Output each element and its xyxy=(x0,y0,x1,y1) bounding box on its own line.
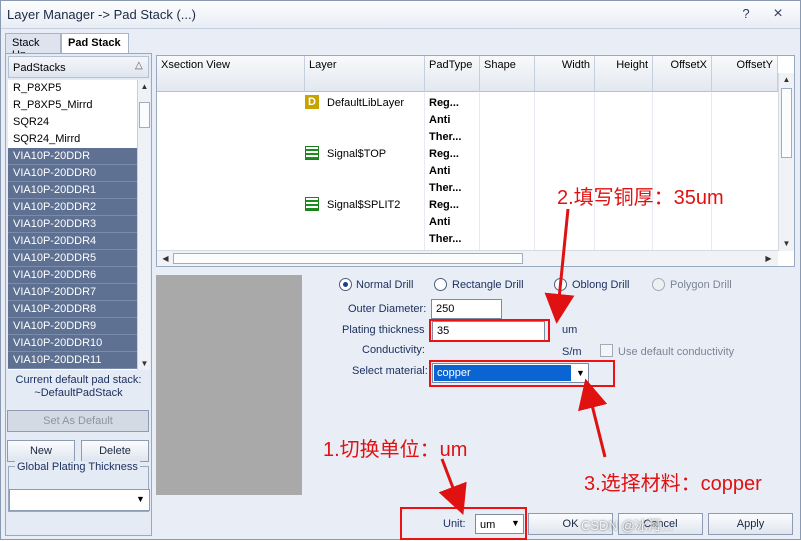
layer-manager-window: Layer Manager -> Pad Stack (...) ? × Sta… xyxy=(0,0,801,540)
annotation-arrows xyxy=(438,208,608,516)
arrow-to-unit xyxy=(438,458,467,516)
arrow-to-plating xyxy=(544,208,575,324)
arrow-to-material xyxy=(578,378,608,458)
